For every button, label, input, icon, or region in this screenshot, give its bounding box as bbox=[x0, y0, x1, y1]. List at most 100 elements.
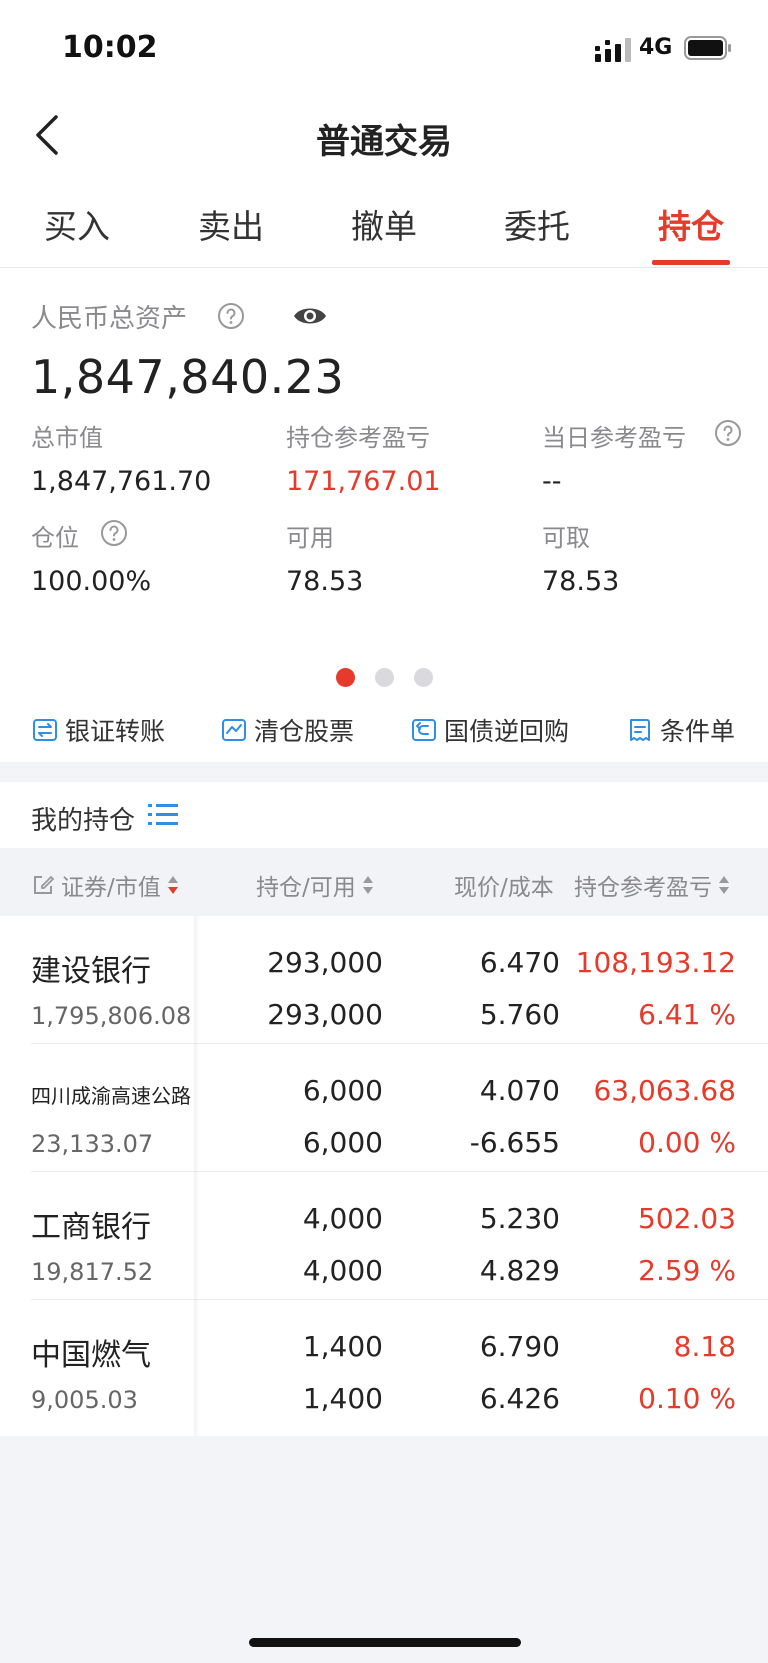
table-row[interactable]: 中国燃气 9,005.03 1,400 1,400 6.790 6.426 8.… bbox=[0, 1300, 768, 1428]
signal-icon bbox=[595, 38, 631, 62]
current-price: 6.470 bbox=[479, 946, 560, 979]
table-row[interactable]: 工商银行 19,817.52 4,000 4,000 5.230 4.829 5… bbox=[0, 1172, 768, 1300]
position-pl: 8.18 bbox=[673, 1330, 736, 1363]
bank-transfer-button[interactable]: 银证转账 bbox=[31, 712, 165, 748]
tab-orders[interactable]: 委托 bbox=[482, 200, 592, 248]
available-value: 78.53 bbox=[286, 566, 364, 597]
quick-action-label: 国债逆回购 bbox=[444, 717, 570, 746]
available-qty: 1,400 bbox=[302, 1382, 383, 1415]
page-title: 普通交易 bbox=[316, 122, 452, 162]
trading-page: 10:02 4G 普通交易 买入 卖出 撤单 委托 持仓 人民币总资产 1,84… bbox=[0, 0, 768, 1663]
bank-transfer-icon bbox=[33, 719, 57, 741]
page-dot bbox=[335, 668, 355, 687]
tab-buy[interactable]: 买入 bbox=[22, 200, 132, 248]
column-price[interactable]: 现价/成本 bbox=[454, 868, 554, 902]
sort-icon bbox=[167, 876, 178, 894]
cost-price: 5.760 bbox=[479, 998, 560, 1031]
tab-positions[interactable]: 持仓 bbox=[636, 200, 746, 248]
today-pl-value: -- bbox=[542, 466, 562, 497]
table-row[interactable]: 四川成渝高速公路 23,133.07 6,000 6,000 4.070 -6.… bbox=[0, 1044, 768, 1172]
status-bar: 10:02 4G bbox=[0, 0, 768, 96]
page-indicator bbox=[0, 668, 768, 687]
position-pl-pct: 0.10 % bbox=[638, 1382, 736, 1415]
available-label: 可用 bbox=[286, 524, 334, 552]
page-dot bbox=[374, 668, 394, 687]
market-value-label: 总市值 bbox=[31, 424, 103, 452]
security-market-value: 9,005.03 bbox=[31, 1386, 138, 1414]
position-pl-value: 171,767.01 bbox=[286, 466, 441, 497]
page-dot bbox=[413, 668, 433, 687]
battery-icon bbox=[684, 36, 731, 60]
current-price: 6.790 bbox=[479, 1330, 560, 1363]
clear-stock-button[interactable]: 清仓股票 bbox=[220, 712, 354, 748]
reverse-repo-icon bbox=[412, 719, 436, 741]
total-assets-value: 1,847,840.23 bbox=[31, 350, 345, 404]
total-assets-label: 人民币总资产 bbox=[31, 304, 188, 334]
home-indicator[interactable] bbox=[249, 1638, 521, 1647]
asset-summary[interactable]: 人民币总资产 1,847,840.23 总市值 1,847,761.70 持仓参… bbox=[0, 268, 768, 700]
holdings-table: 建设银行 1,795,806.08 293,000 293,000 6.470 … bbox=[0, 916, 768, 1436]
nav-bar: 普通交易 bbox=[0, 96, 768, 178]
list-icon[interactable] bbox=[148, 802, 178, 828]
security-name: 中国燃气 bbox=[31, 1338, 151, 1373]
sort-icon bbox=[362, 876, 373, 894]
security-market-value: 1,795,806.08 bbox=[31, 1002, 192, 1030]
sort-icon bbox=[719, 876, 729, 894]
condition-order-button[interactable]: 条件单 bbox=[626, 712, 735, 748]
security-name: 工商银行 bbox=[31, 1210, 151, 1245]
help-icon[interactable] bbox=[100, 519, 128, 547]
condition-order-icon bbox=[630, 719, 650, 741]
today-pl-label: 当日参考盈亏 bbox=[542, 424, 686, 452]
clear-stock-icon bbox=[222, 719, 246, 741]
security-name: 四川成渝高速公路 bbox=[31, 1084, 191, 1108]
position-pl: 108,193.12 bbox=[575, 946, 736, 979]
quick-action-label: 银证转账 bbox=[65, 717, 166, 746]
available-qty: 6,000 bbox=[302, 1126, 383, 1159]
edit-icon bbox=[34, 875, 55, 894]
security-market-value: 23,133.07 bbox=[31, 1130, 154, 1158]
holdings-header: 我的持仓 bbox=[0, 782, 768, 848]
status-time: 10:02 bbox=[62, 30, 158, 65]
security-market-value: 19,817.52 bbox=[31, 1258, 154, 1286]
holdings-column-header: 证券/市值 持仓/可用 现价/成本 持仓参考盈亏 bbox=[0, 848, 768, 916]
quick-action-label: 条件单 bbox=[660, 717, 736, 746]
position-qty: 293,000 bbox=[267, 946, 383, 979]
position-pl-pct: 0.00 % bbox=[638, 1126, 736, 1159]
eye-icon[interactable] bbox=[292, 302, 328, 330]
position-pl: 502.03 bbox=[638, 1202, 736, 1235]
reverse-repo-button[interactable]: 国债逆回购 bbox=[410, 712, 569, 748]
holdings-title: 我的持仓 bbox=[31, 806, 136, 836]
help-icon[interactable] bbox=[714, 419, 742, 447]
position-ratio-label: 仓位 bbox=[31, 524, 79, 552]
current-price: 4.070 bbox=[479, 1074, 560, 1107]
quick-actions: 银证转账 清仓股票 国债逆回购 条件单 bbox=[0, 700, 768, 762]
column-pl[interactable]: 持仓参考盈亏 bbox=[574, 868, 730, 902]
position-qty: 4,000 bbox=[302, 1202, 383, 1235]
cost-price: 6.426 bbox=[479, 1382, 560, 1415]
position-pl: 63,063.68 bbox=[593, 1074, 736, 1107]
tab-sell[interactable]: 卖出 bbox=[176, 200, 286, 248]
position-pl-pct: 2.59 % bbox=[638, 1254, 736, 1287]
table-row[interactable]: 建设银行 1,795,806.08 293,000 293,000 6.470 … bbox=[0, 916, 768, 1044]
active-tab-indicator bbox=[652, 260, 730, 265]
current-price: 5.230 bbox=[479, 1202, 560, 1235]
help-icon[interactable] bbox=[217, 302, 245, 330]
available-qty: 4,000 bbox=[302, 1254, 383, 1287]
position-pl-label: 持仓参考盈亏 bbox=[286, 424, 430, 452]
trade-tabs: 买入 卖出 撤单 委托 持仓 bbox=[0, 178, 768, 268]
available-qty: 293,000 bbox=[267, 998, 383, 1031]
cost-price: 4.829 bbox=[479, 1254, 560, 1287]
market-value: 1,847,761.70 bbox=[31, 466, 212, 497]
withdrawable-value: 78.53 bbox=[542, 566, 620, 597]
frozen-column-shadow bbox=[194, 916, 200, 1436]
column-security[interactable]: 证券/市值 bbox=[31, 868, 179, 902]
position-qty: 1,400 bbox=[302, 1330, 383, 1363]
security-name: 建设银行 bbox=[31, 954, 151, 989]
withdrawable-label: 可取 bbox=[542, 524, 590, 552]
quick-action-label: 清仓股票 bbox=[254, 717, 355, 746]
column-position[interactable]: 持仓/可用 bbox=[256, 868, 374, 902]
position-pl-pct: 6.41 % bbox=[638, 998, 736, 1031]
position-qty: 6,000 bbox=[302, 1074, 383, 1107]
tab-cancel[interactable]: 撤单 bbox=[329, 200, 439, 248]
position-ratio-value: 100.00% bbox=[31, 566, 152, 597]
